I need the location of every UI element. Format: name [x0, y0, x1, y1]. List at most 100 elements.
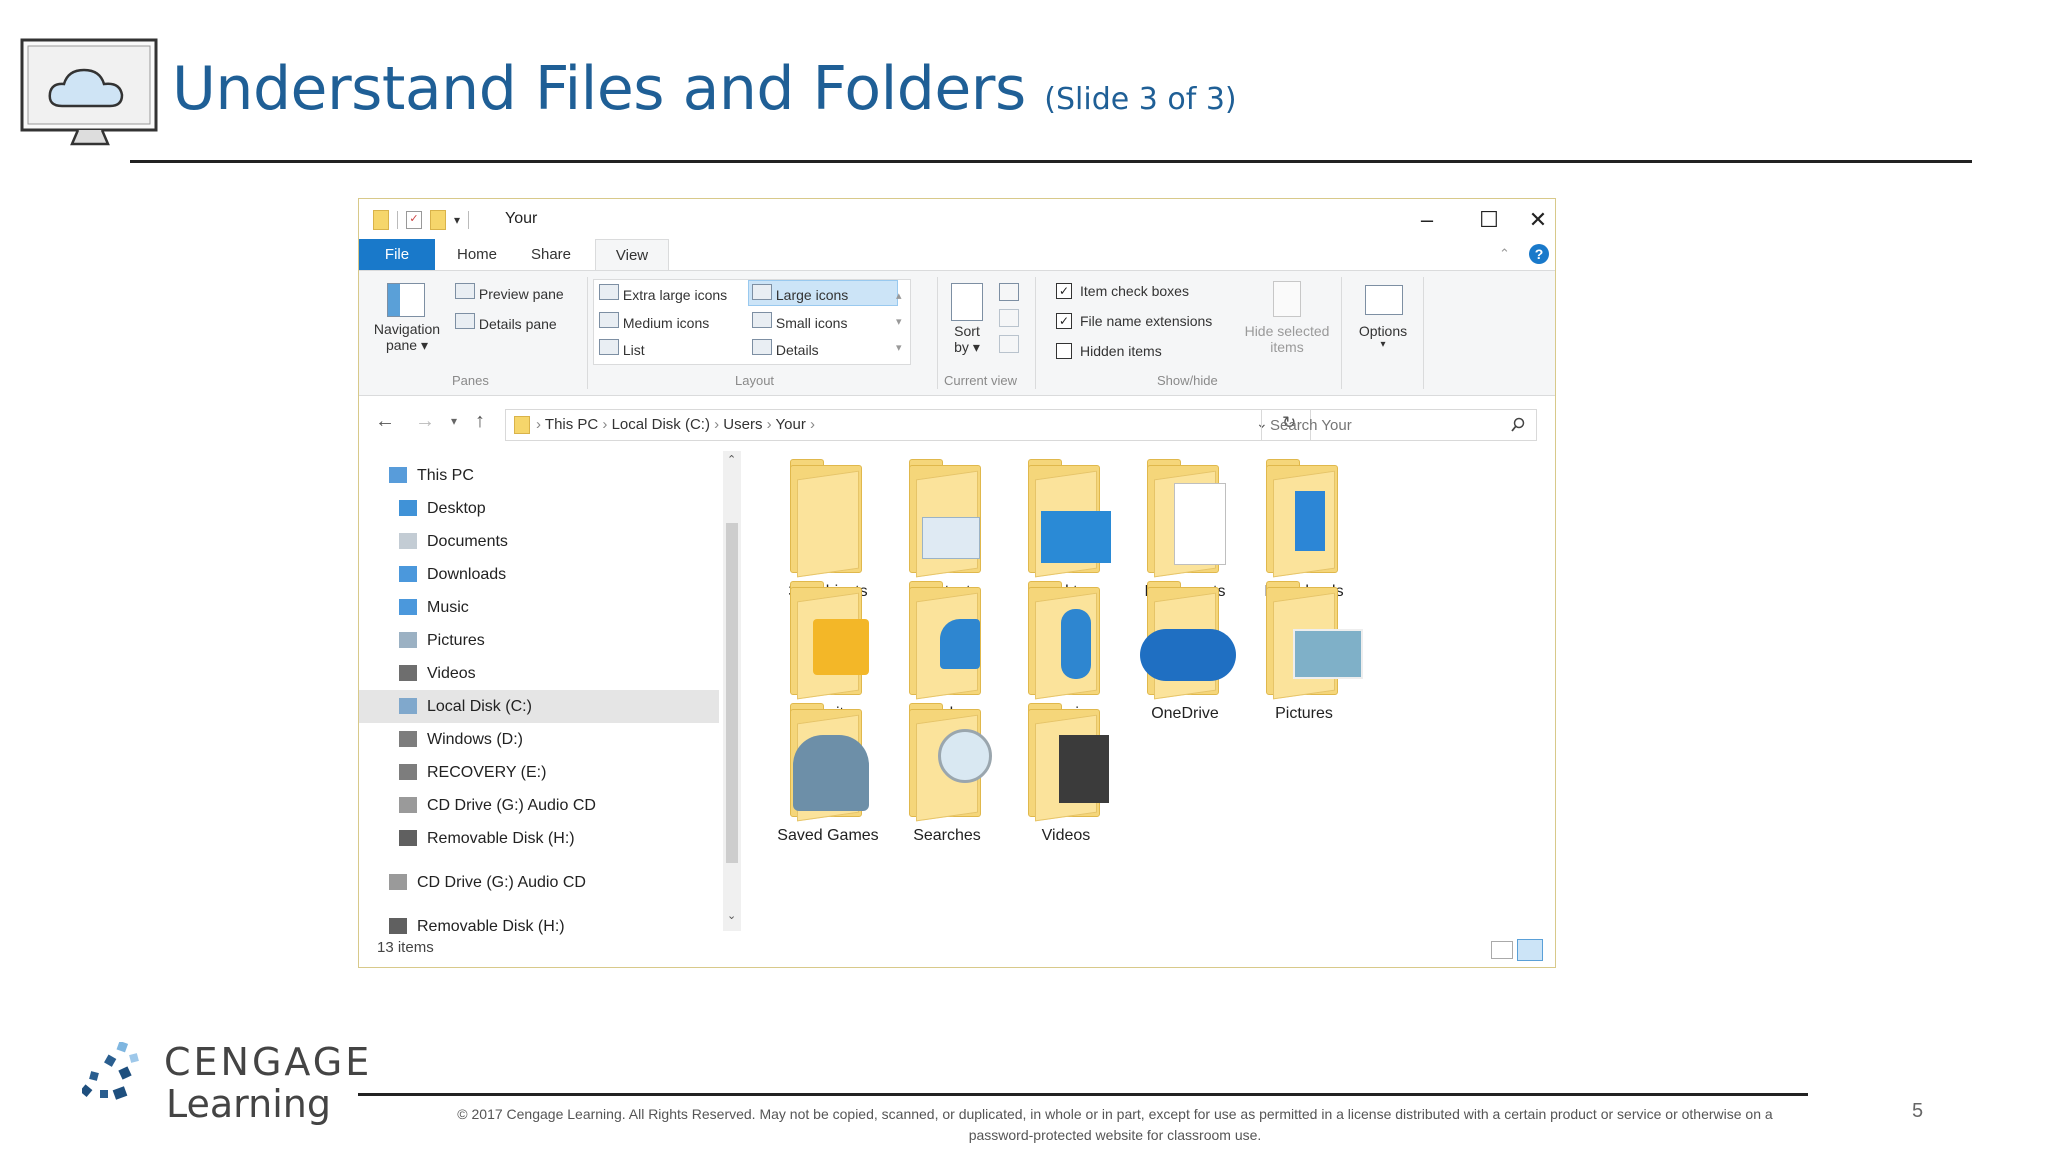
folder-item[interactable]: Videos: [991, 701, 1141, 861]
hide-selected-items-icon: [1273, 281, 1301, 317]
scroll-down-icon[interactable]: ⌄: [727, 909, 736, 922]
tab-home[interactable]: Home: [445, 239, 509, 270]
file-name-extensions-option[interactable]: ✓ File name extensions: [1056, 313, 1212, 329]
hidden-items-checkbox[interactable]: [1056, 343, 1072, 359]
hidden-items-option[interactable]: Hidden items: [1056, 343, 1162, 359]
copyright-line-2: password-protected website for classroom…: [968, 1127, 1262, 1143]
details-pane-button[interactable]: Details pane: [455, 313, 557, 332]
nav-item[interactable]: CD Drive (G:) Audio CD: [359, 789, 719, 822]
breadcrumb[interactable]: › This PC › Local Disk (C:) › Users › Yo…: [536, 416, 815, 433]
back-button[interactable]: ←: [375, 410, 395, 433]
file-explorer-window[interactable]: ✓ ▾ Your – ☐ ✕ File Home Share View ⌃ ? …: [358, 198, 1556, 968]
music-note-icon: [1061, 609, 1091, 679]
navigation-pane-icon[interactable]: [387, 283, 425, 317]
nav-item-label: Removable Disk (H:): [427, 830, 575, 847]
navigation-pane-label: Navigation: [373, 321, 441, 337]
nav-item[interactable]: RECOVERY (E:): [359, 756, 719, 789]
scroll-thumb[interactable]: [726, 523, 738, 863]
layout-details[interactable]: Details: [752, 339, 819, 358]
nav-item[interactable]: Documents: [359, 525, 719, 558]
group-separator: [1423, 277, 1424, 389]
title-bar[interactable]: ✓ ▾ Your – ☐ ✕: [359, 199, 1555, 239]
contact-card-icon: [922, 517, 980, 559]
folder-label: Videos: [1041, 827, 1091, 844]
nav-item[interactable]: Downloads: [359, 558, 719, 591]
nav-item[interactable]: Removable Disk (H:): [359, 822, 719, 855]
nav-item[interactable]: Videos: [359, 657, 719, 690]
breadcrumb-your[interactable]: Your: [776, 416, 806, 433]
item-check-boxes-option[interactable]: ✓ Item check boxes: [1056, 283, 1189, 299]
nav-item[interactable]: CD Drive (G:) Audio CD: [359, 866, 719, 899]
layout-scroll-arrows[interactable]: ▴ ▾ ▾: [896, 283, 902, 361]
maximize-button[interactable]: ☐: [1459, 205, 1519, 235]
nav-item[interactable]: Windows (D:): [359, 723, 719, 756]
recent-locations-button[interactable]: ▾: [451, 414, 457, 428]
help-icon[interactable]: ?: [1529, 244, 1549, 264]
new-folder-icon[interactable]: [430, 210, 446, 230]
ribbon-tabs[interactable]: File Home Share View ⌃ ?: [359, 239, 1555, 271]
add-columns-icon[interactable]: [999, 309, 1019, 327]
layout-medium-icons[interactable]: Medium icons: [599, 312, 709, 331]
close-button[interactable]: ✕: [1521, 205, 1555, 235]
nav-item[interactable]: Pictures: [359, 624, 719, 657]
layout-extra-large-icons[interactable]: Extra large icons: [599, 284, 727, 303]
options-icon[interactable]: [1365, 285, 1403, 315]
search-input[interactable]: [1268, 413, 1502, 437]
nav-item[interactable]: Local Disk (C:): [359, 690, 719, 723]
collapse-ribbon-icon[interactable]: ⌃: [1499, 246, 1510, 262]
nav-item-label: Videos: [427, 665, 476, 682]
customize-toolbar-icon[interactable]: ▾: [454, 213, 460, 227]
layout-small-icons[interactable]: Small icons: [752, 312, 847, 331]
layout-large-icons[interactable]: Large icons: [752, 284, 848, 303]
address-bar[interactable]: › This PC › Local Disk (C:) › Users › Yo…: [505, 409, 1311, 441]
local-disk-icon: [399, 698, 417, 714]
music-icon: [399, 599, 417, 615]
properties-icon[interactable]: ✓: [406, 211, 422, 229]
breadcrumb-users[interactable]: Users: [723, 416, 762, 433]
nav-item-label: CD Drive (G:) Audio CD: [427, 797, 596, 814]
nav-item[interactable]: Music: [359, 591, 719, 624]
layout-list[interactable]: List: [599, 339, 645, 358]
learning-logo-text: Learning: [166, 1082, 331, 1126]
nav-item[interactable]: This PC: [359, 459, 719, 492]
tab-view[interactable]: View: [595, 239, 669, 271]
nav-item-label: CD Drive (G:) Audio CD: [417, 874, 586, 891]
videos-icon: [399, 665, 417, 681]
item-check-boxes-checkbox[interactable]: ✓: [1056, 283, 1072, 299]
folder-view[interactable]: 3D ObjectsContactsDesktopDocumentsDownlo…: [739, 451, 1539, 931]
navigation-pane[interactable]: This PC Desktop Documents Downloads Music Pic…: [359, 451, 719, 935]
group-by-icon[interactable]: [999, 283, 1019, 301]
forward-button[interactable]: →: [415, 410, 435, 433]
breadcrumb-this-pc[interactable]: This PC: [545, 416, 598, 433]
breadcrumb-local-disk[interactable]: Local Disk (C:): [612, 416, 710, 433]
hide-selected-items-button[interactable]: Hide selected items: [1239, 323, 1335, 355]
nav-item-label: Pictures: [427, 632, 485, 649]
navigation-pane-label2: pane: [385, 337, 418, 353]
sort-by-button[interactable]: Sort by ▾: [949, 323, 985, 356]
options-button[interactable]: Options ▾: [1355, 323, 1411, 350]
file-name-extensions-checkbox[interactable]: ✓: [1056, 313, 1072, 329]
monitor-cloud-icon: [20, 38, 158, 146]
current-view-group-label: Current view: [944, 373, 1017, 388]
up-button[interactable]: ↑: [475, 410, 485, 433]
navigation-pane-button[interactable]: Navigation pane ▾: [371, 321, 443, 354]
quick-access-toolbar[interactable]: ✓ ▾: [373, 210, 470, 230]
tab-share[interactable]: Share: [519, 239, 583, 270]
preview-pane-button[interactable]: Preview pane: [455, 283, 564, 302]
details-view-toggle-icon[interactable]: [1491, 941, 1513, 959]
minimize-button[interactable]: –: [1397, 205, 1457, 235]
link-arrow-icon: [940, 619, 980, 669]
large-icons-label: Large icons: [775, 287, 849, 303]
copyright-line-1: © 2017 Cengage Learning. All Rights Rese…: [457, 1106, 1773, 1122]
sort-by-icon[interactable]: [951, 283, 983, 321]
panes-group-label: Panes: [452, 373, 489, 388]
folder-item[interactable]: Pictures: [1229, 579, 1379, 739]
size-columns-icon[interactable]: [999, 335, 1019, 353]
nav-item[interactable]: Desktop: [359, 492, 719, 525]
tab-file[interactable]: File: [359, 239, 435, 270]
large-icons-view-toggle-icon[interactable]: [1517, 939, 1543, 961]
cd-drive-icon: [399, 797, 417, 813]
search-box[interactable]: [1261, 409, 1537, 441]
folder-front-shape: [797, 470, 859, 578]
scroll-up-icon[interactable]: ⌃: [727, 453, 736, 466]
